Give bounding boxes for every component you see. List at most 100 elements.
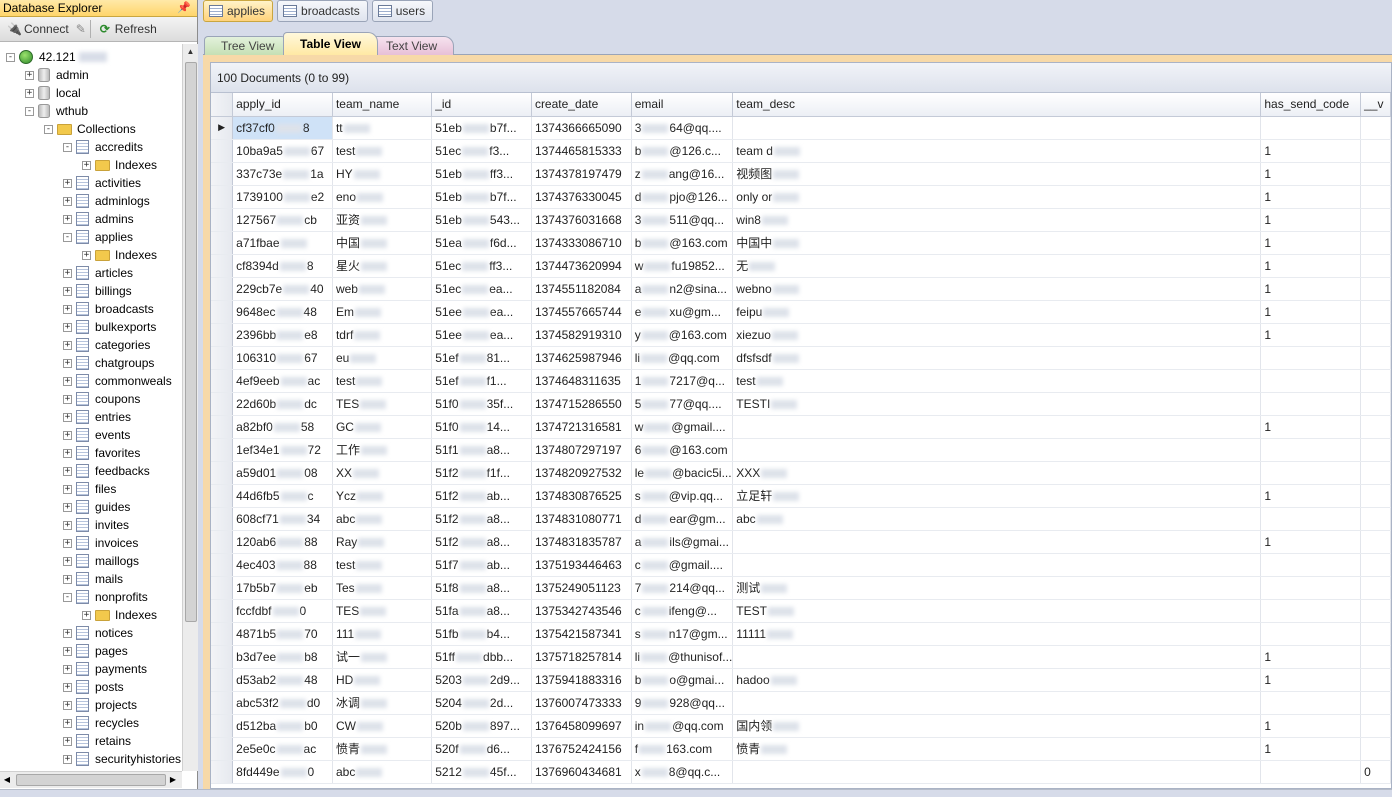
cell-v[interactable] <box>1360 461 1391 485</box>
cell-has-send-code[interactable] <box>1260 438 1362 462</box>
cell-apply-id[interactable]: 4ec403 88 <box>232 553 333 577</box>
table-row[interactable]: 2e5e0c ac 愤青 520f d6... 1376752424156 f 163.com… <box>211 737 1391 761</box>
cell-team-desc[interactable]: TEST <box>732 599 1262 623</box>
expand-icon[interactable]: + <box>82 250 91 260</box>
cell-has-send-code[interactable] <box>1260 116 1362 140</box>
cell-has-send-code[interactable]: 1 <box>1260 254 1362 278</box>
row-header[interactable] <box>211 461 234 485</box>
row-header[interactable] <box>211 737 234 761</box>
cell-team-name[interactable]: abc <box>332 507 433 531</box>
table-row[interactable]: 608cf71 34 abc 51f2 a8... 1374831080771 d ear@g… <box>211 507 1391 531</box>
cell-has-send-code[interactable] <box>1260 346 1362 370</box>
cell-has-send-code[interactable]: 1 <box>1260 530 1362 554</box>
table-row[interactable]: 120ab6 88 Ray 51f2 a8... 1374831835787 a ils@gm… <box>211 530 1391 554</box>
table-row[interactable]: 10ba9a5 67 test 51ec f3... 1374465815333 b @126… <box>211 139 1391 163</box>
cell-id[interactable]: 51f0 35f... <box>431 392 532 416</box>
cell-apply-id[interactable]: 17b5b7 eb <box>232 576 333 600</box>
cell-team-name[interactable]: abc <box>332 760 433 784</box>
cell-create-date[interactable]: 1374582919310 <box>531 323 632 347</box>
row-header[interactable] <box>211 599 234 623</box>
cell-email[interactable]: w @gmail.... <box>631 415 734 439</box>
table-row[interactable]: 337c73e 1a HY 51eb ff3... 1374378197479 z ang@1… <box>211 162 1391 186</box>
row-header[interactable] <box>211 208 234 232</box>
cell-create-date[interactable]: 1374333086710 <box>531 231 632 255</box>
cell-create-date[interactable]: 1375941883316 <box>531 668 632 692</box>
cell-create-date[interactable]: 1374721316581 <box>531 415 632 439</box>
cell-id[interactable]: 5203 2d9... <box>431 668 532 692</box>
cell-create-date[interactable]: 1374376031668 <box>531 208 632 232</box>
cell-v[interactable] <box>1360 277 1391 301</box>
cell-v[interactable] <box>1360 553 1391 577</box>
expand-icon[interactable]: + <box>63 520 72 530</box>
tree-collection-securityhistories[interactable]: + securityhistories <box>63 750 181 768</box>
cell-v[interactable] <box>1360 507 1391 531</box>
tree-db-local[interactable]: + local <box>25 84 81 102</box>
cell-id[interactable]: 51eb ff3... <box>431 162 532 186</box>
cell-has-send-code[interactable] <box>1260 507 1362 531</box>
cell-team-name[interactable]: 工作 <box>332 438 433 462</box>
row-header[interactable] <box>211 691 234 715</box>
tree-horizontal-scrollbar[interactable]: ◀ ▶ <box>0 771 182 788</box>
cell-team-desc[interactable]: 无 <box>732 254 1262 278</box>
row-header[interactable] <box>211 300 234 324</box>
cell-id[interactable]: 51f2 f1f... <box>431 461 532 485</box>
cell-team-name[interactable]: HD <box>332 668 433 692</box>
tree-indexes-folder[interactable]: + Indexes <box>82 156 157 174</box>
cell-team-desc[interactable]: hadoo <box>732 668 1262 692</box>
tree-collection-categories[interactable]: + categories <box>63 336 150 354</box>
cell-id[interactable]: 51f1 a8... <box>431 438 532 462</box>
cell-create-date[interactable]: 1374715286550 <box>531 392 632 416</box>
expand-icon[interactable]: + <box>63 700 72 710</box>
cell-email[interactable]: 9 928@qq... <box>631 691 734 715</box>
cell-email[interactable]: 1 7217@q... <box>631 369 734 393</box>
cell-create-date[interactable]: 1375193446463 <box>531 553 632 577</box>
scroll-thumb[interactable] <box>185 62 197 622</box>
cell-apply-id[interactable]: 1739100 e2 <box>232 185 333 209</box>
expand-icon[interactable]: + <box>63 268 72 278</box>
cell-v[interactable] <box>1360 346 1391 370</box>
column-header-team-desc[interactable]: team_desc <box>732 93 1262 117</box>
cell-apply-id[interactable]: b3d7ee b8 <box>232 645 333 669</box>
cell-team-name[interactable]: Ray <box>332 530 433 554</box>
cell-v[interactable] <box>1360 599 1391 623</box>
tree-collection-adminlogs[interactable]: + adminlogs <box>63 192 150 210</box>
cell-apply-id[interactable]: 2396bb e8 <box>232 323 333 347</box>
cell-team-name[interactable]: XX <box>332 461 433 485</box>
table-row[interactable]: 2396bb e8 tdrf 51ee ea... 1374582919310 y @163.… <box>211 323 1391 347</box>
expand-icon[interactable]: + <box>63 502 72 512</box>
cell-apply-id[interactable]: 608cf71 34 <box>232 507 333 531</box>
cell-id[interactable]: 51ef 81... <box>431 346 532 370</box>
cell-team-desc[interactable] <box>732 553 1262 577</box>
cell-id[interactable]: 51eb 543... <box>431 208 532 232</box>
cell-create-date[interactable]: 1374830876525 <box>531 484 632 508</box>
tree-db-wthub[interactable]: - wthub <box>25 102 88 120</box>
cell-has-send-code[interactable]: 1 <box>1260 415 1362 439</box>
cell-email[interactable]: li @thunisof... <box>631 645 734 669</box>
expand-icon[interactable]: + <box>25 70 34 80</box>
collapse-icon[interactable]: - <box>44 124 53 134</box>
cell-team-desc[interactable] <box>732 415 1262 439</box>
tab-broadcasts[interactable]: broadcasts <box>277 0 368 22</box>
tree-collection-events[interactable]: + events <box>63 426 130 444</box>
cell-email[interactable]: 5 77@qq.... <box>631 392 734 416</box>
expand-icon[interactable]: + <box>63 718 72 728</box>
tree-collection-commonweals[interactable]: + commonweals <box>63 372 172 390</box>
cell-team-name[interactable]: Em <box>332 300 433 324</box>
cell-v[interactable] <box>1360 185 1391 209</box>
cell-create-date[interactable]: 1375249051123 <box>531 576 632 600</box>
cell-v[interactable] <box>1360 231 1391 255</box>
cell-team-desc[interactable]: 立足轩 <box>732 484 1262 508</box>
cell-apply-id[interactable]: 127567 cb <box>232 208 333 232</box>
tab-tree-view[interactable]: Tree View <box>204 36 292 55</box>
cell-team-desc[interactable]: 视频图 <box>732 162 1262 186</box>
cell-team-desc[interactable]: team d <box>732 139 1262 163</box>
expand-icon[interactable]: + <box>25 88 34 98</box>
cell-has-send-code[interactable]: 1 <box>1260 484 1362 508</box>
cell-id[interactable]: 51ec ff3... <box>431 254 532 278</box>
row-header[interactable] <box>211 668 234 692</box>
table-row[interactable]: d512ba b0 CW 520b 897... 1376458099697 in @qq.c… <box>211 714 1391 738</box>
expand-icon[interactable]: + <box>63 358 72 368</box>
cell-team-name[interactable]: HY <box>332 162 433 186</box>
cell-id[interactable]: 51ef f1... <box>431 369 532 393</box>
cell-apply-id[interactable]: abc53f2 d0 <box>232 691 333 715</box>
